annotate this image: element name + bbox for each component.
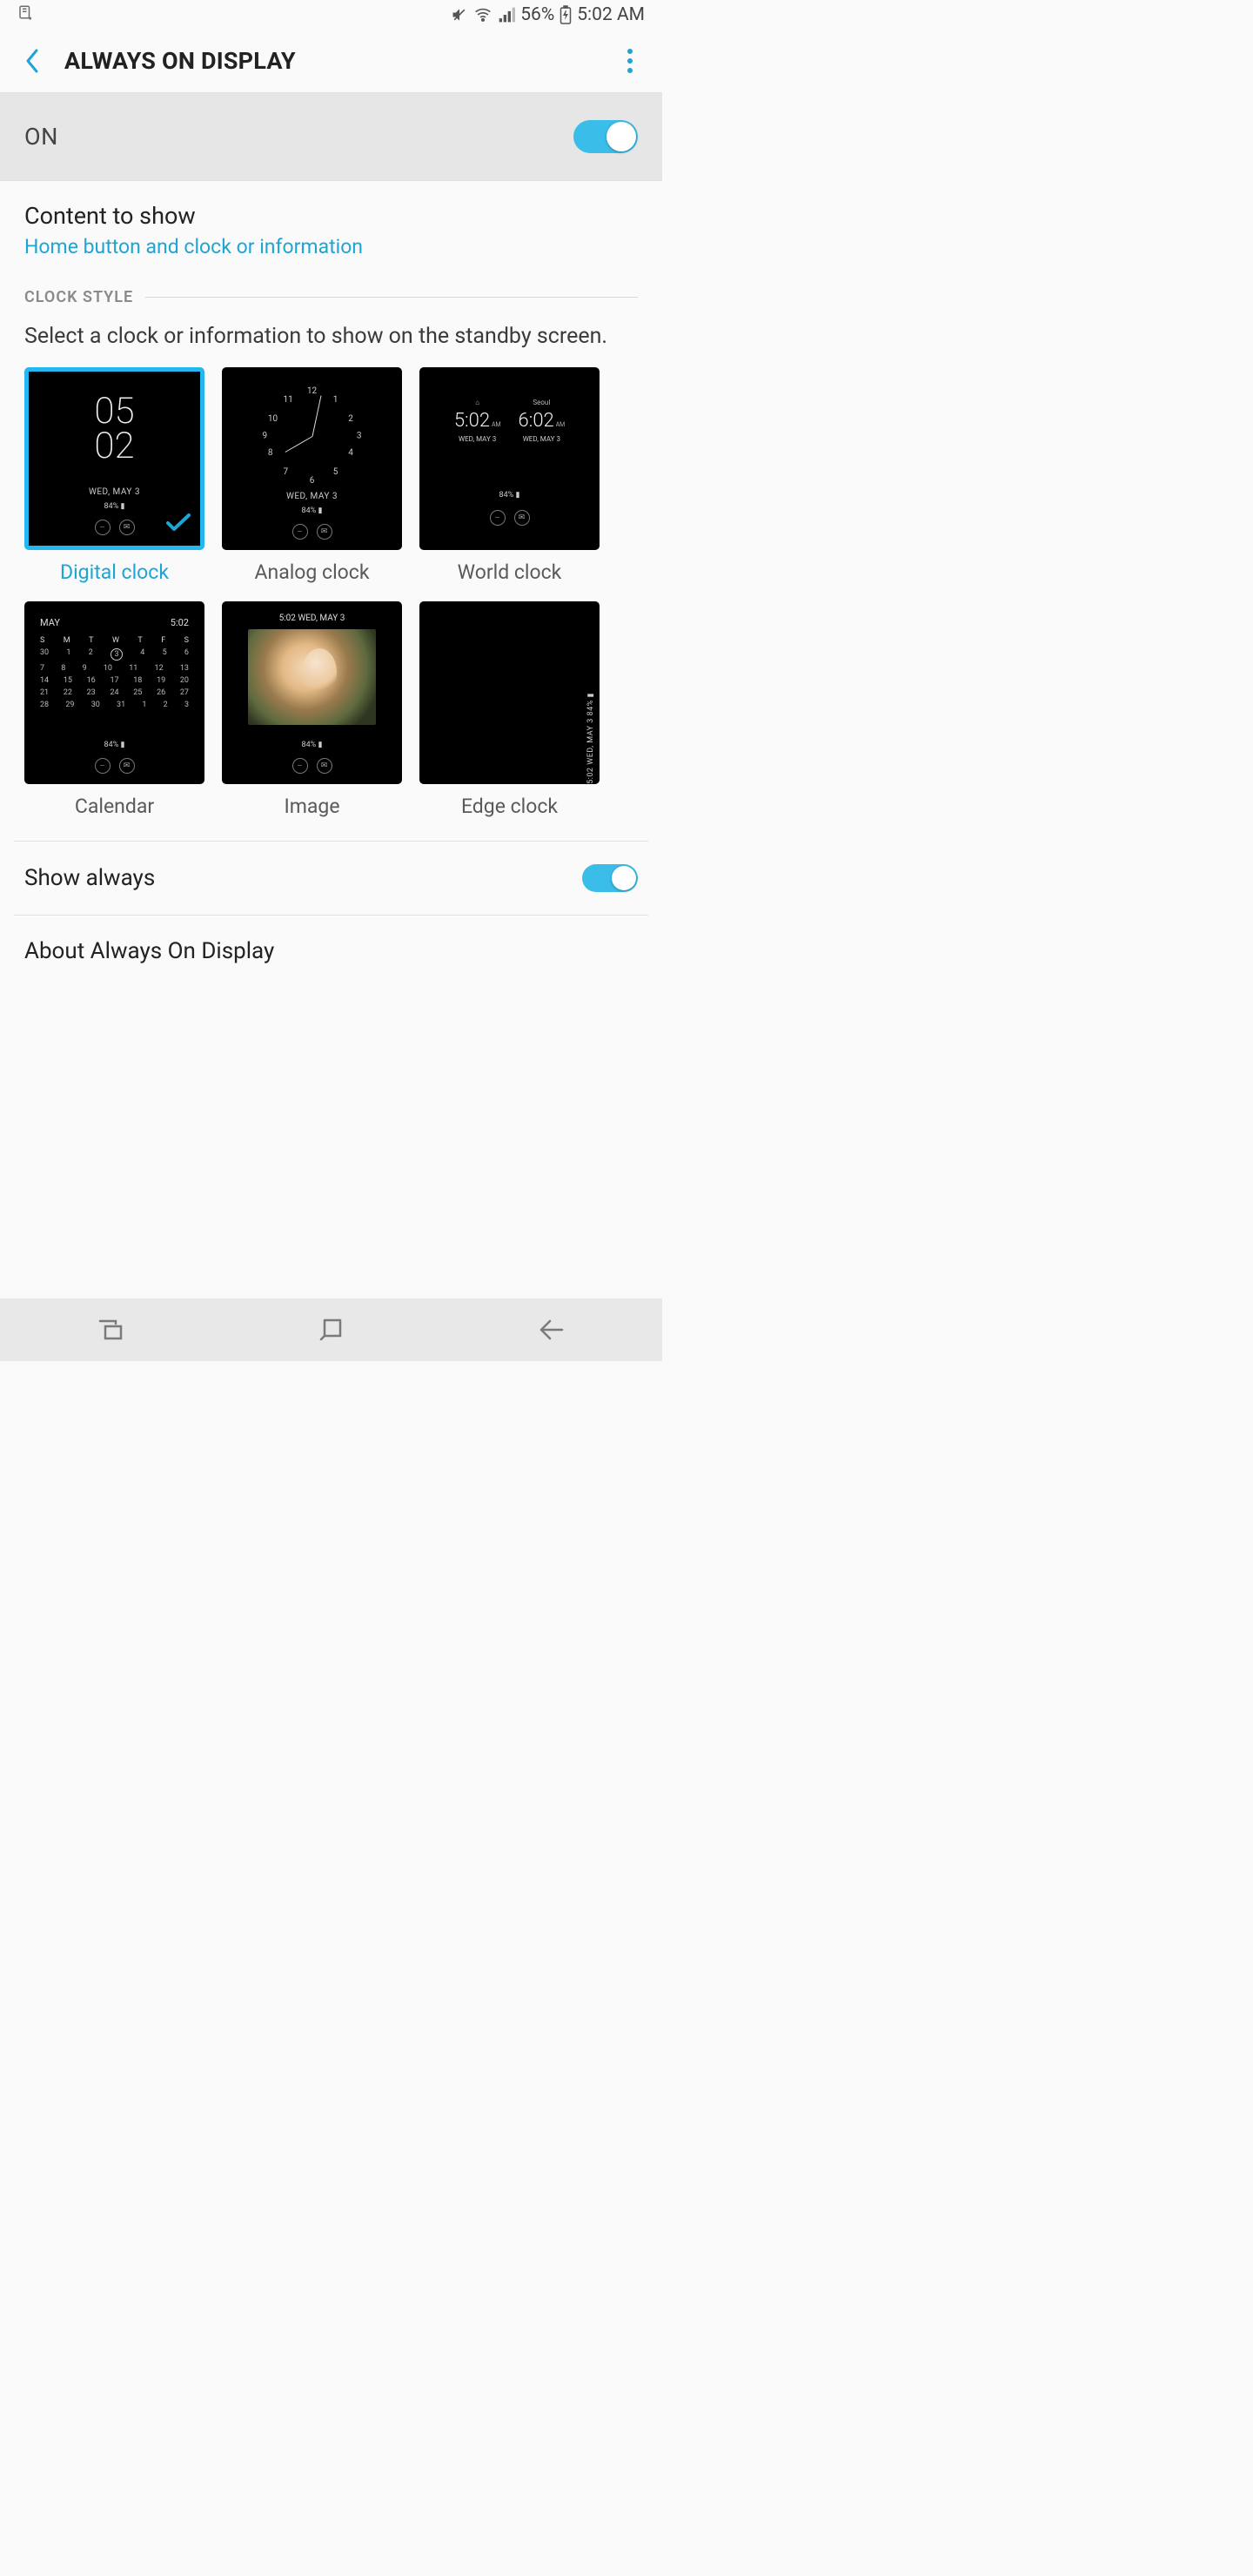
check-icon xyxy=(165,513,191,537)
about-label: About Always On Display xyxy=(24,938,274,964)
clock-thumb-digital: 0502 WED, MAY 3 84% ▮ ⌣✉ xyxy=(24,367,204,550)
clock-option-label: World clock xyxy=(458,560,562,584)
signal-icon xyxy=(498,6,515,23)
clock-thumb-edge: 5:02 WED, MAY 3 84% ▮ xyxy=(419,601,600,784)
clock-thumb-image: 5:02 WED, MAY 3 84% ▮ ⌣✉ xyxy=(222,601,402,784)
clock-style-header-label: CLOCK STYLE xyxy=(24,288,133,306)
recents-button[interactable] xyxy=(93,1312,128,1347)
clock-style-description: Select a clock or information to show on… xyxy=(0,313,662,367)
wifi-icon xyxy=(473,6,492,23)
page-title: ALWAYS ON DISPLAY xyxy=(64,47,296,75)
clock-option-calendar[interactable]: MAY5:02 SMTWTFS 30123456 78910111213 141… xyxy=(24,601,204,818)
status-bar: 56% 5:02 AM xyxy=(0,0,662,30)
clock-option-edge[interactable]: 5:02 WED, MAY 3 84% ▮ Edge clock xyxy=(419,601,600,818)
show-always-row[interactable]: Show always xyxy=(0,842,662,915)
battery-percent: 56% xyxy=(520,4,554,25)
app-bar: ALWAYS ON DISPLAY xyxy=(0,30,662,92)
master-toggle-row[interactable]: ON xyxy=(0,92,662,181)
content-title: Content to show xyxy=(24,202,638,230)
content-subtitle: Home button and clock or information xyxy=(24,235,638,258)
status-left-icon xyxy=(17,4,33,25)
clock-option-analog[interactable]: 12 1 2 3 4 5 6 7 8 9 10 11 WED, MAY 3 84… xyxy=(222,367,402,584)
content-to-show-row[interactable]: Content to show Home button and clock or… xyxy=(0,181,662,264)
about-row[interactable]: About Always On Display xyxy=(0,916,662,987)
show-always-label: Show always xyxy=(24,865,155,891)
nav-back-button[interactable] xyxy=(534,1312,569,1347)
back-button[interactable] xyxy=(19,48,45,74)
clock-option-digital[interactable]: 0502 WED, MAY 3 84% ▮ ⌣✉ Digital clock xyxy=(24,367,204,584)
home-button[interactable] xyxy=(313,1312,348,1347)
more-menu-button[interactable] xyxy=(617,48,643,74)
navigation-bar xyxy=(0,1298,662,1361)
mute-icon xyxy=(451,6,468,23)
clock-thumb-world: ⌂ 5:02AM WED, MAY 3 Seoul 6:02AM WED, MA… xyxy=(419,367,600,550)
clock-option-label: Digital clock xyxy=(60,560,169,584)
show-always-toggle[interactable] xyxy=(582,864,638,892)
master-toggle-label: ON xyxy=(24,123,58,151)
clock-style-header: CLOCK STYLE xyxy=(0,264,662,313)
clock-option-label: Edge clock xyxy=(461,795,558,818)
clock-option-label: Image xyxy=(284,795,339,818)
clock-option-world[interactable]: ⌂ 5:02AM WED, MAY 3 Seoul 6:02AM WED, MA… xyxy=(419,367,600,584)
clock-style-grid: 0502 WED, MAY 3 84% ▮ ⌣✉ Digital clock 1… xyxy=(0,367,662,841)
clock-thumb-calendar: MAY5:02 SMTWTFS 30123456 78910111213 141… xyxy=(24,601,204,784)
status-time: 5:02 AM xyxy=(577,4,645,25)
clock-option-image[interactable]: 5:02 WED, MAY 3 84% ▮ ⌣✉ Image xyxy=(222,601,402,818)
clock-option-label: Calendar xyxy=(75,795,154,818)
battery-icon xyxy=(559,5,572,24)
clock-thumb-analog: 12 1 2 3 4 5 6 7 8 9 10 11 WED, MAY 3 84… xyxy=(222,367,402,550)
clock-option-label: Analog clock xyxy=(255,560,370,584)
master-toggle-switch[interactable] xyxy=(573,120,638,153)
